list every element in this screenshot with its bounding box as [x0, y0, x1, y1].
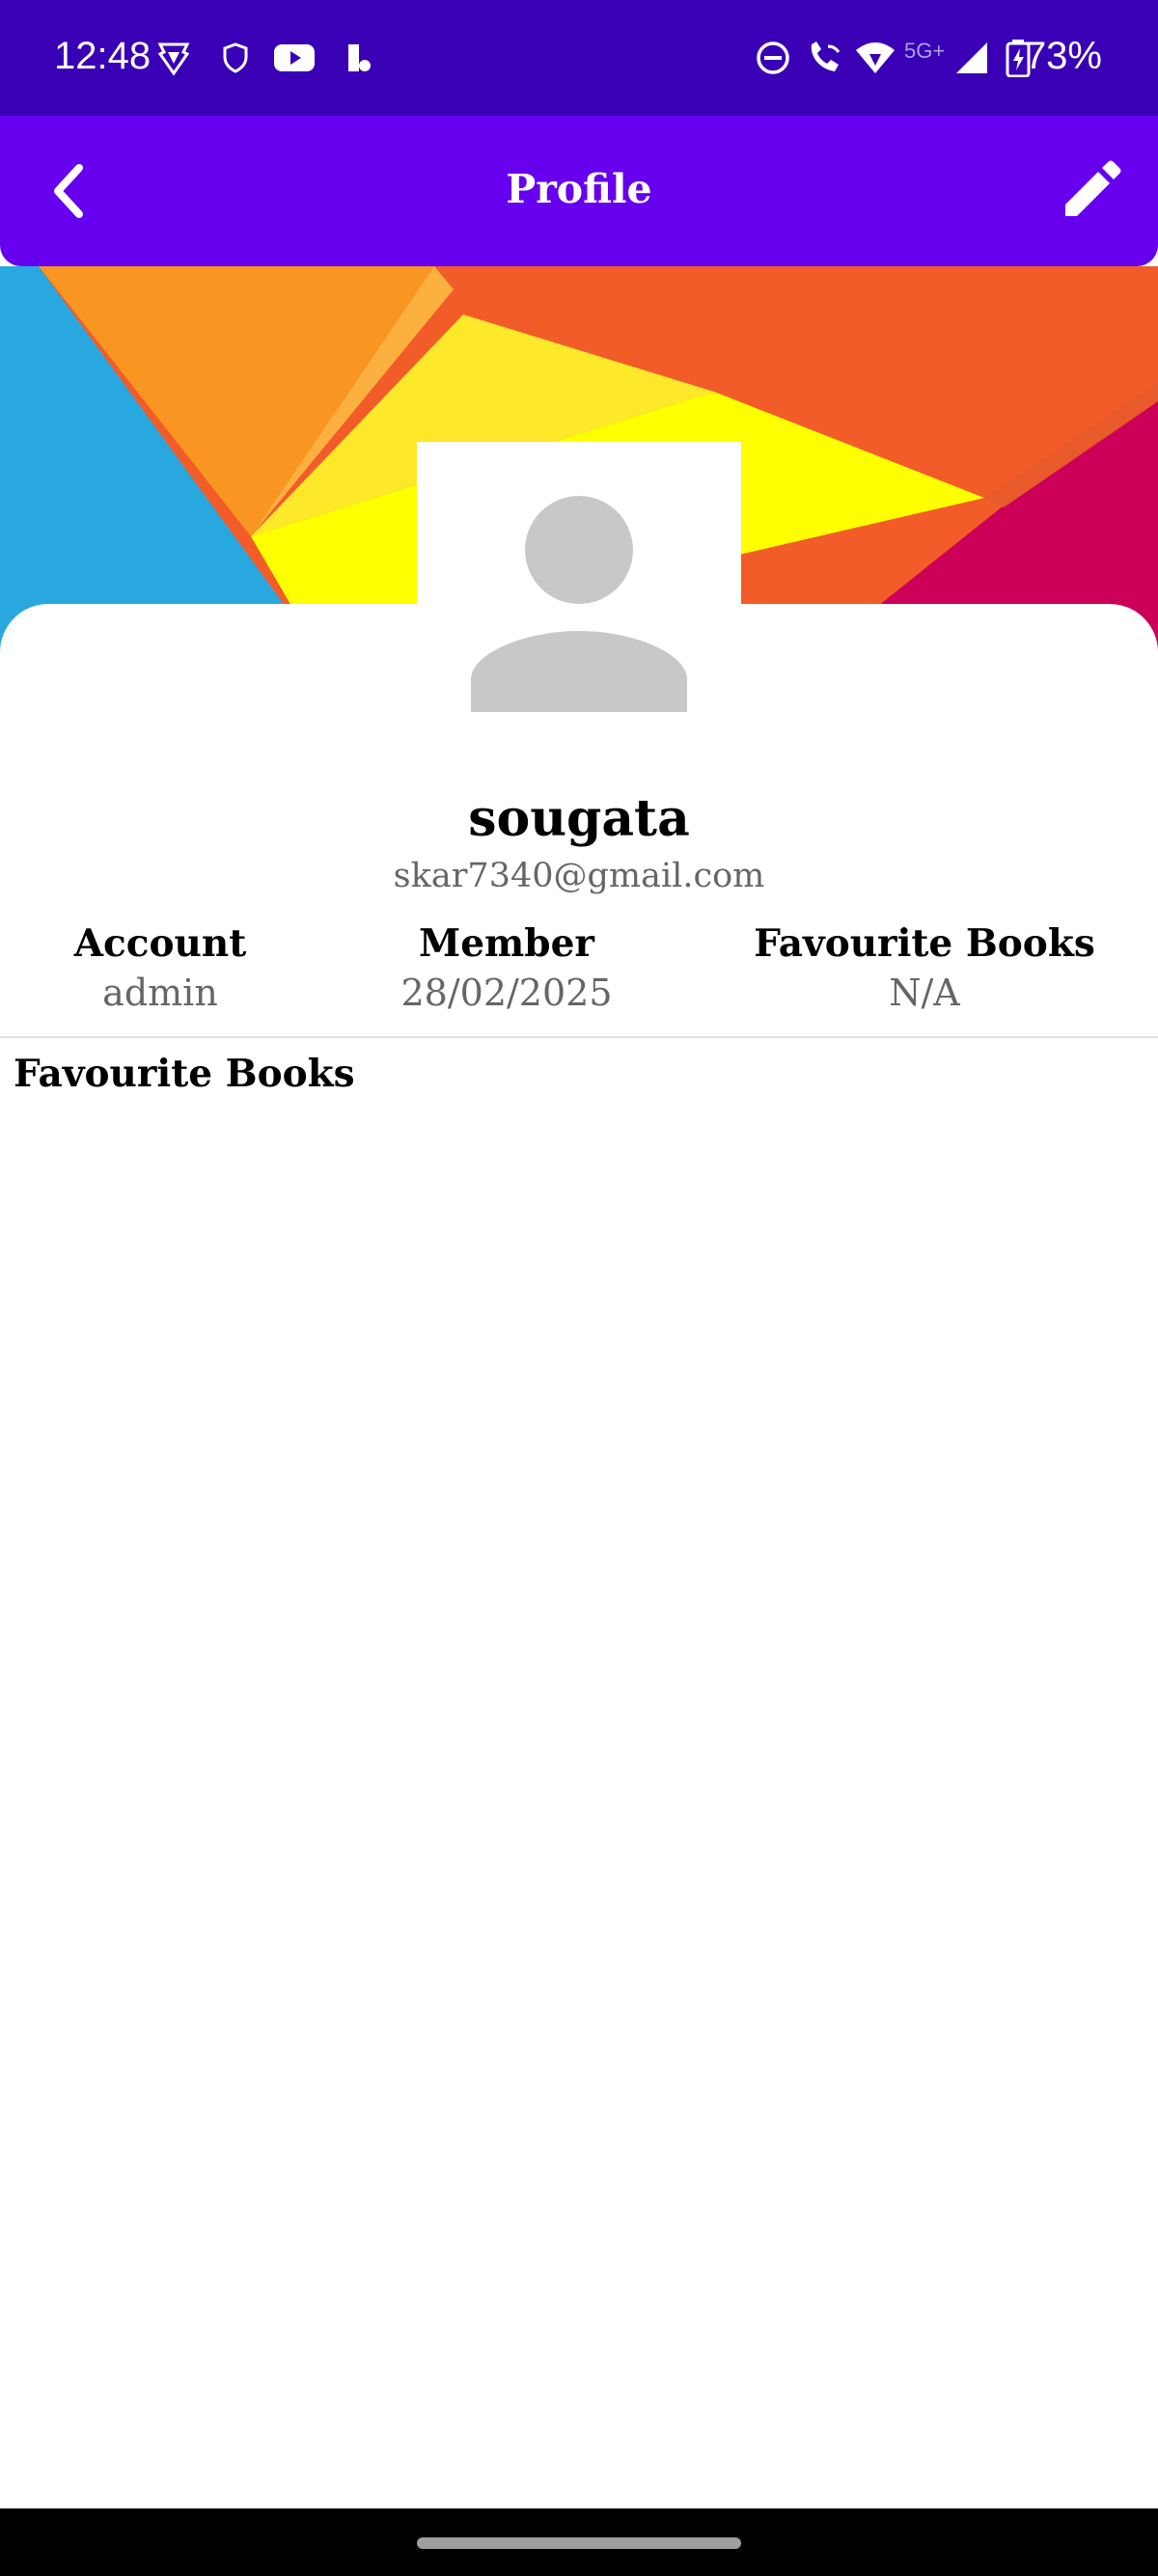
stat-value: admin	[102, 972, 218, 1014]
stat-favourite-books: Favourite Books N/A	[751, 921, 1098, 1014]
divider	[0, 1036, 1158, 1038]
stat-label: Favourite Books	[754, 921, 1095, 966]
status-bar: 12:48 5G+ 73%	[0, 0, 1158, 116]
page-title: Profile	[506, 166, 652, 212]
stat-value: 28/02/2025	[400, 972, 613, 1014]
stat-account: Account admin	[64, 921, 257, 1014]
wifi-icon	[856, 42, 895, 73]
stat-value: N/A	[889, 972, 960, 1014]
battery-percentage: 73%	[1024, 35, 1102, 77]
app-bar: Profile	[0, 116, 1158, 266]
wifi-calling-icon	[811, 41, 841, 71]
signal-icon	[956, 42, 987, 73]
do-not-disturb-icon	[757, 41, 789, 74]
youtube-icon	[274, 44, 315, 71]
edit-pencil-icon[interactable]	[1056, 156, 1125, 226]
profile-name: sougata	[468, 789, 690, 848]
battery-saver-icon	[348, 44, 371, 71]
stat-label: Account	[73, 921, 247, 966]
stat-label: Member	[419, 921, 594, 966]
stat-member: Member 28/02/2025	[386, 921, 627, 1014]
avatar	[417, 442, 741, 722]
system-navigation-bar	[0, 2508, 1158, 2576]
status-time: 12:48	[54, 35, 152, 77]
home-gesture-handle[interactable]	[417, 2537, 741, 2549]
brave-shield-icon	[157, 42, 190, 76]
vpn-shield-icon	[223, 42, 248, 73]
network-type-label: 5G+	[904, 39, 946, 63]
favourite-books-section-title: Favourite Books	[14, 1052, 355, 1096]
profile-email: skar7340@gmail.com	[393, 857, 765, 895]
